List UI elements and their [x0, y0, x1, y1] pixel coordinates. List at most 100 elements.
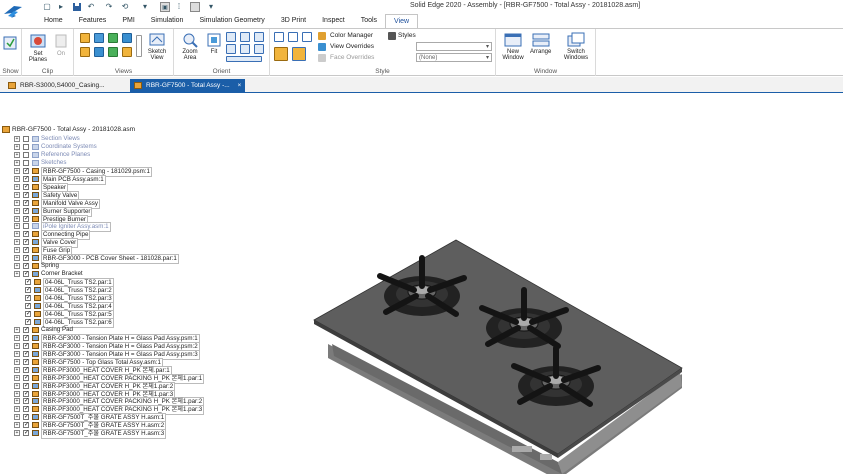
expand-icon[interactable]: + [14, 247, 20, 254]
visibility-checkbox[interactable]: ✓ [23, 366, 29, 373]
tab-pmi[interactable]: PMI [114, 14, 142, 28]
tab-3d-print[interactable]: 3D Print [273, 14, 314, 28]
tree-item[interactable]: +✓04-06L_Truss TS2.par:1 [14, 278, 262, 289]
view-dimetric-icon[interactable] [122, 47, 132, 57]
visibility-checkbox[interactable]: ✓ [23, 342, 29, 349]
tree-item[interactable]: + Coordinate Systems [14, 143, 262, 151]
set-planes-button[interactable]: Set Planes [27, 32, 49, 63]
window-icon[interactable] [190, 2, 200, 12]
view-cube-bottom-icon[interactable] [94, 47, 104, 57]
face-overrides-icon[interactable] [318, 54, 326, 62]
visibility-checkbox[interactable]: ✓ [23, 215, 29, 222]
visibility-checkbox[interactable]: ✓ [23, 175, 29, 182]
fit-button[interactable]: Fit [206, 32, 222, 56]
tree-item[interactable]: + ✓ RBR-GF3000 - Tension Plate H = Glass P… [14, 333, 262, 344]
redo-icon[interactable]: ↷ [104, 2, 114, 12]
expand-icon[interactable]: + [14, 366, 20, 373]
visibility-checkbox[interactable]: ✓ [23, 263, 29, 270]
expand-icon[interactable]: + [14, 414, 20, 421]
tree-item[interactable]: + ✓ RBR-PF3000_HEAT COVER PACKING H_PK 본체1… [14, 373, 262, 384]
visibility-checkbox[interactable]: ✓ [23, 167, 29, 174]
visibility-checkbox[interactable]: ✓ [23, 191, 29, 198]
visibility-checkbox[interactable]: ✓ [23, 247, 29, 254]
expand-icon[interactable]: + [14, 334, 20, 341]
wireframe-icon[interactable] [274, 32, 284, 42]
tree-item[interactable]: + Reference Planes [14, 151, 262, 159]
visibility-checkbox[interactable]: ✓ [23, 398, 29, 405]
expand-icon[interactable]: + [14, 350, 20, 357]
expand-icon[interactable]: + [14, 199, 20, 206]
visibility-checkbox[interactable]: ✓ [23, 422, 29, 429]
expand-icon[interactable]: + [14, 406, 20, 413]
expand-icon[interactable]: + [14, 382, 20, 389]
close-icon[interactable]: × [238, 82, 242, 89]
visibility-checkbox[interactable]: ✓ [23, 239, 29, 246]
quick-access-menu-icon[interactable]: ▾ [140, 2, 150, 12]
color-manager-button[interactable]: Color Manager [330, 32, 373, 39]
tree-item[interactable]: + ✓ RBR-GF3000 - Tension Plate H = Glass P… [14, 349, 262, 360]
sketch-view-button[interactable]: Sketch View [146, 32, 168, 61]
view-cube-top-icon[interactable] [94, 33, 104, 43]
visibility-checkbox[interactable]: ✓ [23, 255, 29, 262]
visibility-checkbox[interactable]: ✓ [23, 199, 29, 206]
visibility-checkbox[interactable]: ✓ [23, 231, 29, 238]
tree-item[interactable]: + ✓ Fuse Grip [14, 246, 262, 257]
visibility-checkbox[interactable]: ✓ [25, 318, 31, 325]
expand-icon[interactable]: + [14, 223, 20, 230]
tree-item[interactable]: + ✓ Corner Bracket [14, 270, 262, 278]
tree-item[interactable]: + ✓ Safety Valve [14, 190, 262, 201]
expand-icon[interactable]: + [14, 183, 20, 190]
tab-simulation[interactable]: Simulation [143, 14, 192, 28]
visibility-checkbox[interactable]: ✓ [23, 334, 29, 341]
tree-item[interactable]: +✓04-06L_Truss TS2.par:5 [14, 309, 262, 320]
tree-item[interactable]: + ✓ RBR-PF3000_HEAT COVER H_PK 본체1.par:2 [14, 381, 262, 392]
expand-icon[interactable]: + [14, 255, 20, 262]
tree-item[interactable]: +✓04-06L_Truss TS2.par:2 [14, 286, 262, 297]
visibility-checkbox[interactable]: ✓ [25, 303, 31, 310]
tree-item[interactable]: + Section Views [14, 135, 262, 143]
tree-item[interactable]: + ✓ Speaker [14, 182, 262, 193]
visibility-checkbox[interactable]: ✓ [23, 414, 29, 421]
expand-icon[interactable]: + [14, 191, 20, 198]
extra-icon[interactable]: ⁞ [174, 2, 184, 12]
color-manager-icon[interactable] [318, 32, 326, 40]
visibility-checkbox[interactable]: ✓ [23, 271, 29, 278]
spin-about-icon[interactable] [226, 44, 236, 54]
visibility-checkbox[interactable]: ✓ [23, 207, 29, 214]
visibility-checkbox[interactable] [23, 143, 29, 150]
visibility-checkbox[interactable]: ✓ [23, 382, 29, 389]
tree-item[interactable]: + ✓ RBR-GF7500T_주물 GRATE ASSY H.asm:3 [14, 429, 262, 440]
visibility-checkbox[interactable]: ✓ [23, 430, 29, 437]
shaded-icon[interactable] [274, 47, 288, 61]
doc-tab-total-assy[interactable]: RBR-GF7500 - Total Assy -... × [130, 79, 246, 92]
tab-features[interactable]: Features [71, 14, 115, 28]
tab-simulation-geometry[interactable]: Simulation Geometry [191, 14, 272, 28]
refresh-icon[interactable]: ⟲ [120, 2, 130, 12]
expand-icon[interactable]: + [14, 422, 20, 429]
tree-item[interactable]: + ✓ Manifold Valve Assy [14, 198, 262, 209]
tree-item[interactable]: + ✓ Burner Supporter [14, 206, 262, 217]
doc-tab-casing[interactable]: RBR-S3000,S4000_Casing... [4, 79, 109, 92]
expand-icon[interactable]: + [14, 374, 20, 381]
expand-icon[interactable]: + [14, 231, 20, 238]
app-logo[interactable] [0, 0, 28, 28]
expand-icon[interactable]: + [14, 326, 20, 333]
visibility-checkbox[interactable]: ✓ [25, 287, 31, 294]
view-cube-left-icon[interactable] [108, 47, 118, 57]
view-overrides-button[interactable]: View Overrides [330, 43, 374, 50]
styles-icon[interactable] [388, 32, 396, 40]
view-iso-icon[interactable] [122, 33, 132, 43]
tree-item[interactable]: + ✓ RBR-GF7500T_주물 GRATE ASSY H.asm:2 [14, 421, 262, 432]
styles-button[interactable]: Styles [398, 32, 416, 39]
expand-icon[interactable]: + [14, 167, 20, 174]
face-overrides-button[interactable]: Face Overrides [330, 54, 374, 61]
expand-icon[interactable]: + [14, 430, 20, 437]
tree-item[interactable]: + iPole Igniter Assy.asm:1 [14, 222, 262, 233]
customize-icon[interactable]: ▣ [160, 2, 170, 12]
visibility-checkbox[interactable]: ✓ [23, 406, 29, 413]
undo-icon[interactable]: ↶ [86, 2, 96, 12]
expand-icon[interactable]: + [14, 143, 20, 150]
visibility-checkbox[interactable]: ✓ [25, 295, 31, 302]
save-icon[interactable] [72, 2, 82, 12]
expand-icon[interactable]: + [14, 342, 20, 349]
